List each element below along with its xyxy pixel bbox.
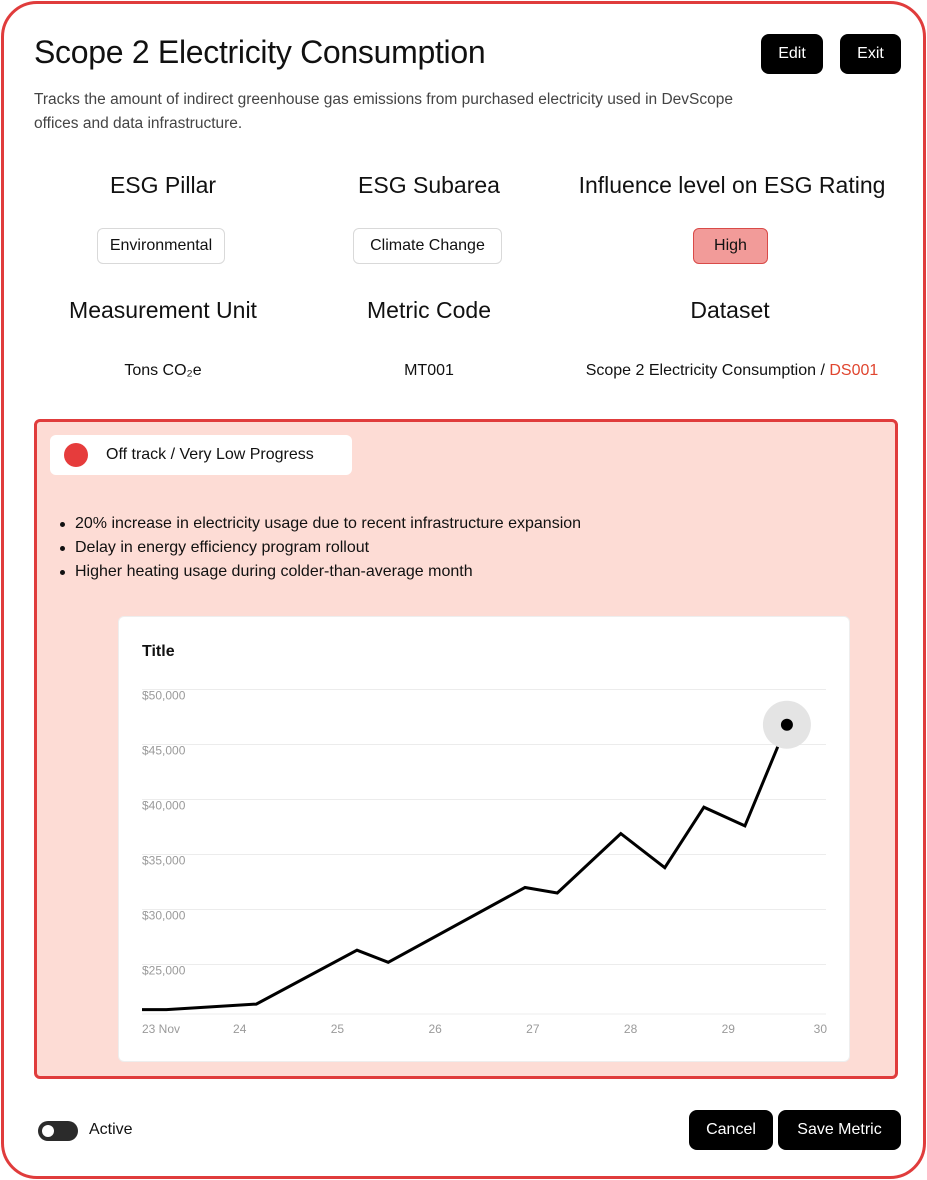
status-notes: 20% increase in electricity usage due to…: [59, 512, 581, 584]
y-tick-label: $25,000: [142, 964, 186, 978]
status-note: Higher heating usage during colder-than-…: [59, 560, 581, 584]
esg-subarea-chip: Climate Change: [353, 228, 502, 264]
x-tick-label: 23 Nov: [142, 1022, 180, 1036]
series-line: [142, 724, 789, 1012]
status-note: Delay in energy efficiency program rollo…: [59, 536, 581, 560]
metric-dialog: Scope 2 Electricity Consumption Edit Exi…: [1, 1, 926, 1179]
chart-card: Title $25,000 $30,000 $35,000 $40,000 $45,00…: [118, 616, 850, 1062]
x-tick-label: 27: [526, 1022, 540, 1036]
esg-subarea-heading: ESG Subarea: [358, 172, 500, 198]
cancel-button[interactable]: Cancel: [689, 1110, 773, 1150]
active-toggle[interactable]: [38, 1121, 78, 1141]
edit-button[interactable]: Edit: [761, 34, 823, 74]
metric-code-value: MT001: [404, 362, 454, 379]
exit-button[interactable]: Exit: [840, 34, 901, 74]
status-panel: Off track / Very Low Progress 20% increa…: [34, 419, 898, 1079]
x-tick-label: 28: [624, 1022, 638, 1036]
influence-heading: Influence level on ESG Rating: [578, 172, 886, 198]
x-tick-label: 30: [814, 1022, 828, 1036]
x-tick-label: 29: [722, 1022, 736, 1036]
influence-chip: High: [693, 228, 768, 264]
x-tick-label: 26: [428, 1022, 442, 1036]
dataset-name: Scope 2 Electricity Consumption /: [585, 362, 830, 379]
metric-description: Tracks the amount of indirect greenhouse…: [34, 91, 733, 132]
page-title: Scope 2 Electricity Consumption: [34, 34, 486, 70]
status-dot-icon: [64, 443, 88, 467]
y-tick-label: $30,000: [142, 909, 186, 923]
esg-pillar-chip: Environmental: [97, 228, 225, 264]
save-metric-button[interactable]: Save Metric: [778, 1110, 901, 1150]
y-tick-label: $40,000: [142, 799, 186, 813]
toggle-knob: [42, 1125, 54, 1137]
status-label: Off track / Very Low Progress: [106, 446, 314, 463]
y-tick-label: $45,000: [142, 744, 186, 758]
y-tick-label: $35,000: [142, 854, 186, 868]
dataset-value: Scope 2 Electricity Consumption / DS001: [560, 362, 904, 380]
esg-pillar-heading: ESG Pillar: [109, 172, 217, 198]
x-tick-label: 25: [331, 1022, 345, 1036]
active-label: Active: [89, 1121, 133, 1138]
line-chart: $25,000 $30,000 $35,000 $40,000 $45,000 $50,0…: [142, 689, 828, 1036]
x-tick-label: 24: [233, 1022, 247, 1036]
status-badge: Off track / Very Low Progress: [50, 435, 352, 475]
measurement-unit-heading: Measurement Unit: [69, 297, 257, 323]
metric-code-heading: Metric Code: [367, 297, 491, 323]
dataset-code-link[interactable]: DS001: [829, 362, 878, 379]
dataset-heading: Dataset: [690, 297, 770, 323]
y-tick-label: $50,000: [142, 689, 186, 703]
data-point: [780, 718, 793, 731]
status-note: 20% increase in electricity usage due to…: [59, 512, 581, 536]
measurement-unit-value: Tons CO₂e: [124, 362, 202, 379]
